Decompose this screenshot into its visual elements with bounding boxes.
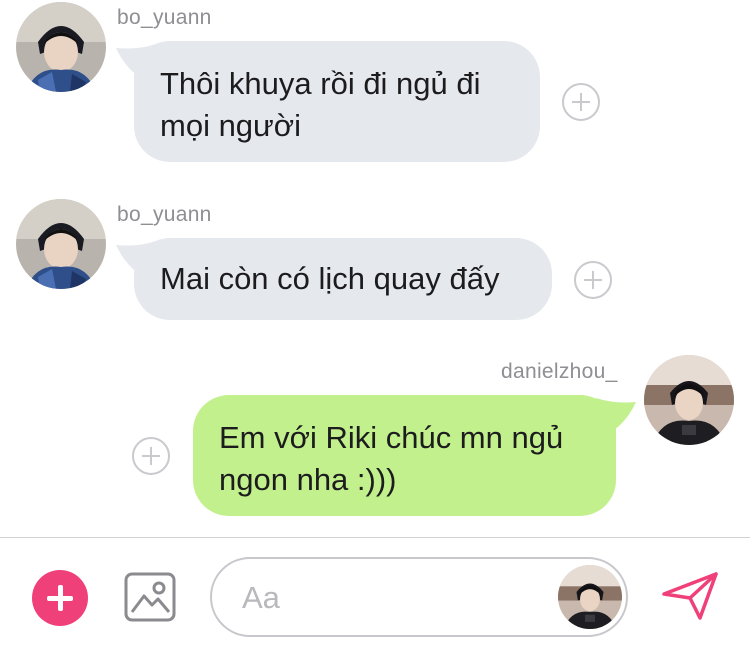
message-bubble[interactable]: Em với Riki chúc mn ngủ ngon nha :))) [193, 395, 616, 516]
sender-username: bo_yuann [117, 6, 212, 29]
add-reaction-icon[interactable] [132, 437, 170, 475]
message-input[interactable]: Aa [210, 557, 628, 637]
sender-username: bo_yuann [117, 203, 212, 226]
message-bubble[interactable]: Mai còn có lịch quay đấy [134, 238, 552, 320]
add-reaction-icon[interactable] [574, 261, 612, 299]
sender-avatar[interactable] [644, 355, 734, 445]
message-text-line: Mai còn có lịch quay đấy [160, 261, 500, 296]
composer-divider [0, 537, 750, 538]
sender-avatar[interactable] [16, 2, 106, 92]
message-text-line: ngon nha :))) [219, 462, 397, 497]
send-icon[interactable] [660, 570, 720, 622]
message-text-line: mọi người [160, 108, 302, 143]
sender-username: danielzhou_ [501, 360, 618, 383]
input-avatar[interactable] [558, 565, 622, 629]
add-reaction-icon[interactable] [562, 83, 600, 121]
image-icon[interactable] [124, 572, 176, 622]
input-placeholder: Aa [242, 580, 280, 615]
message-text-line: Em với Riki chúc mn ngủ [219, 420, 564, 455]
message-bubble[interactable]: Thôi khuya rồi đi ngủ đi mọi người [134, 41, 540, 162]
plus-icon[interactable] [32, 570, 88, 626]
message-text-line: Thôi khuya rồi đi ngủ đi [160, 66, 481, 101]
sender-avatar[interactable] [16, 199, 106, 289]
